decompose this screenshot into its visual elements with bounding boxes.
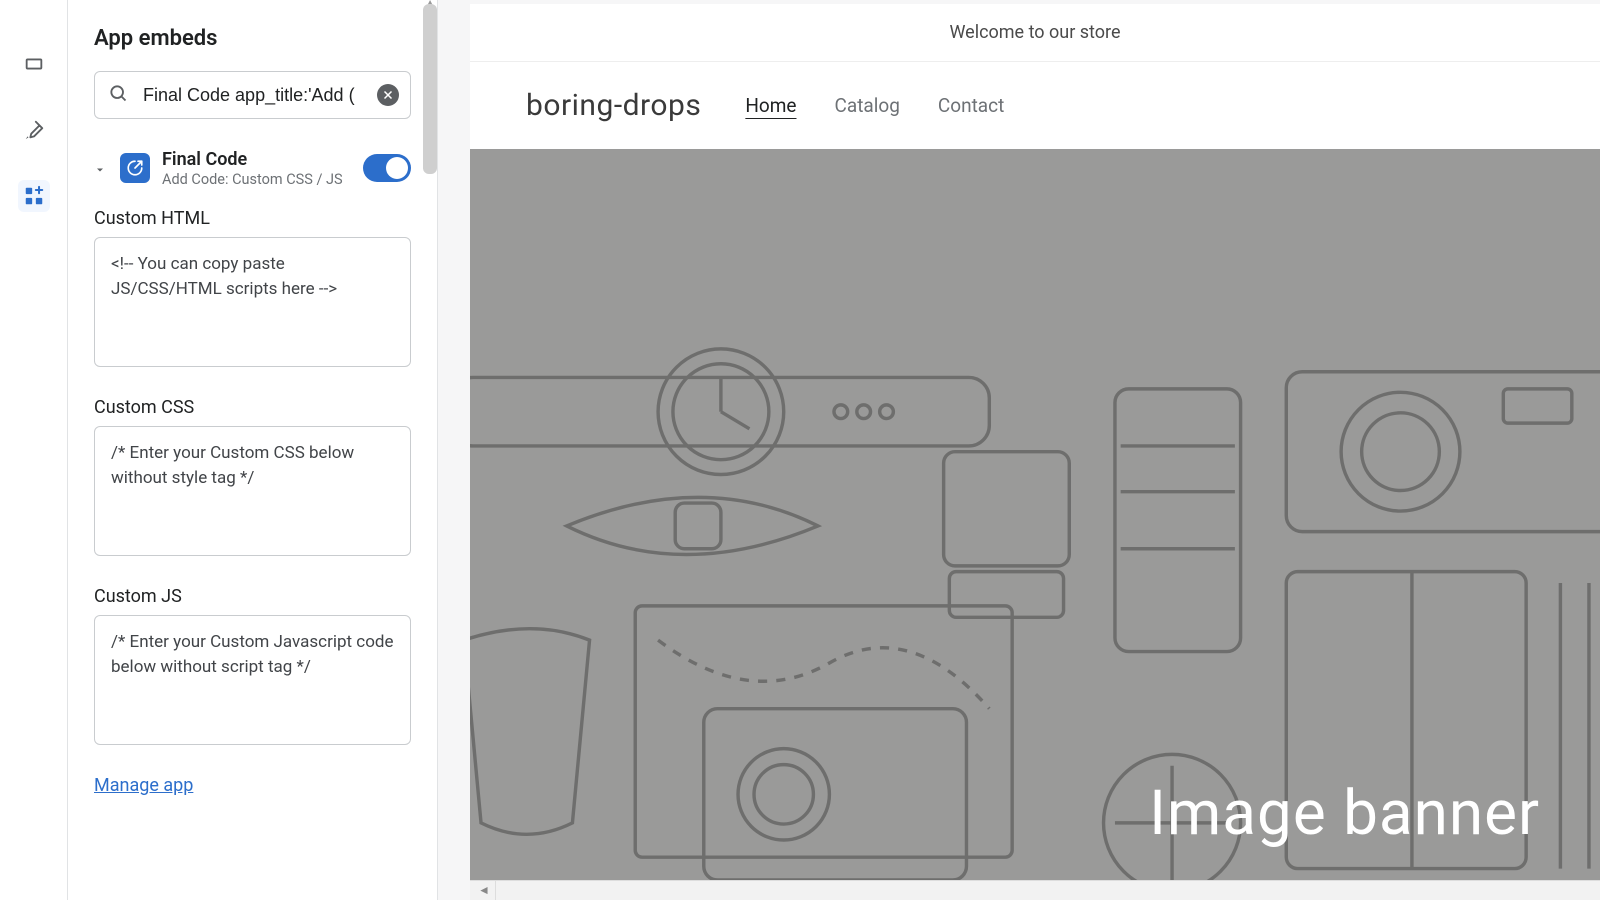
embed-subtitle: Add Code: Custom CSS / JS — [162, 171, 351, 188]
embed-row-final-code: Final Code Add Code: Custom CSS / JS — [94, 149, 411, 188]
image-banner: Image banner — [470, 149, 1600, 880]
sections-icon — [23, 53, 45, 75]
site-header: boring-drops Home Catalog Contact — [470, 62, 1600, 149]
app-blocks-icon — [23, 185, 45, 207]
announcement-bar: Welcome to our store — [470, 4, 1600, 62]
nav-link-catalog[interactable]: Catalog — [835, 94, 900, 117]
custom-js-label: Custom JS — [94, 586, 411, 607]
banner-heading: Image banner — [1149, 777, 1540, 850]
custom-html-textarea[interactable] — [94, 237, 411, 367]
nav-link-home[interactable]: Home — [745, 94, 796, 117]
search-icon — [108, 83, 128, 107]
theme-settings-rail-button[interactable] — [18, 114, 50, 146]
custom-js-textarea[interactable] — [94, 615, 411, 745]
app-embeds-rail-button[interactable] — [18, 180, 50, 212]
search-input[interactable] — [94, 71, 411, 119]
nav-link-contact[interactable]: Contact — [938, 94, 1004, 117]
search-wrap — [94, 71, 411, 119]
collapse-caret-icon[interactable] — [94, 161, 108, 175]
site-logo[interactable]: boring-drops — [526, 88, 701, 123]
app-logo-icon — [120, 153, 150, 183]
banner-placeholder-pattern — [470, 149, 1600, 880]
sections-rail-button[interactable] — [18, 48, 50, 80]
embed-title: Final Code — [162, 149, 351, 171]
app-embeds-panel: ▲ App embeds Fina — [68, 0, 438, 900]
preview-frame: Welcome to our store boring-drops Home C… — [470, 4, 1600, 900]
embed-enable-toggle[interactable] — [363, 154, 411, 182]
editor-icon-rail — [0, 0, 68, 900]
clear-search-icon[interactable] — [377, 84, 399, 106]
custom-html-label: Custom HTML — [94, 208, 411, 229]
site-nav: Home Catalog Contact — [745, 94, 1004, 117]
storefront-preview: Welcome to our store boring-drops Home C… — [438, 0, 1600, 900]
custom-css-textarea[interactable] — [94, 426, 411, 556]
panel-scrollbar[interactable] — [423, 4, 437, 174]
custom-css-label: Custom CSS — [94, 397, 411, 418]
panel-title: App embeds — [68, 0, 437, 71]
preview-horiz-scrollbar[interactable]: ◄ — [470, 880, 1600, 900]
panel-body: Final Code Add Code: Custom CSS / JS Cus… — [68, 71, 437, 816]
paintbrush-icon — [23, 119, 45, 141]
manage-app-link[interactable]: Manage app — [94, 775, 411, 796]
